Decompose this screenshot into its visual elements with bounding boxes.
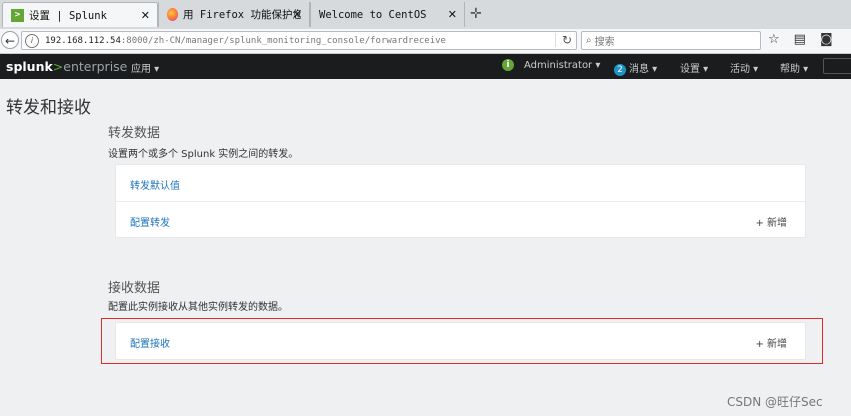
list-item: 配置转发 + 新增 xyxy=(116,201,805,237)
browser-tab-splunk[interactable]: > 设置 | Splunk ✕ xyxy=(2,2,158,27)
search-icon: ⌕ xyxy=(586,35,592,46)
url-bar[interactable]: i 192.168.112.54:8000/zh-CN/manager/splu… xyxy=(21,31,577,50)
site-info-icon[interactable]: i xyxy=(25,33,39,48)
reload-icon[interactable]: ↻ xyxy=(554,33,572,47)
logo-main: splunk xyxy=(6,59,53,74)
close-tab-icon[interactable]: ✕ xyxy=(293,8,302,21)
bookmark-star-icon[interactable]: ☆ xyxy=(768,32,780,47)
firefox-favicon-icon xyxy=(167,8,179,21)
user-menu[interactable]: Administrator ▾ xyxy=(524,60,600,71)
url-text[interactable]: 192.168.112.54:8000/zh-CN/manager/splunk… xyxy=(45,36,446,46)
add-forwarding-button[interactable]: + 新增 xyxy=(755,214,787,229)
watermark: CSDN @旺仔Sec xyxy=(727,395,823,409)
search-placeholder: 搜索 xyxy=(594,37,615,48)
configure-forwarding-link[interactable]: 配置转发 xyxy=(130,214,170,229)
pocket-icon[interactable]: ◙ xyxy=(820,32,833,47)
forward-panel: 转发默认值 配置转发 + 新增 xyxy=(116,165,805,237)
help-menu[interactable]: 帮助 ▾ xyxy=(780,60,808,75)
splunk-logo[interactable]: splunk>enterprise xyxy=(6,59,127,74)
reading-list-icon[interactable]: ▤ xyxy=(794,32,806,47)
browser-tab-strip: > 设置 | Splunk ✕ 用 Firefox 功能保护您··· ✕ Wel… xyxy=(0,0,851,29)
health-info-icon[interactable]: i xyxy=(502,59,514,71)
url-host: 192.168.112.54 xyxy=(45,35,121,46)
settings-menu[interactable]: 设置 ▾ xyxy=(680,60,708,75)
browser-tab-centos[interactable]: Welcome to CentOS ✕ xyxy=(310,2,465,27)
forward-defaults-link[interactable]: 转发默认值 xyxy=(130,177,180,192)
splunk-favicon-icon: > xyxy=(11,8,24,22)
browser-navbar: ← i 192.168.112.54:8000/zh-CN/manager/sp… xyxy=(0,29,851,54)
tab-title: 用 Firefox 功能保护您··· xyxy=(183,9,301,21)
receive-section-title: 接收数据 xyxy=(108,281,161,296)
highlight-box xyxy=(101,318,823,364)
browser-search-box[interactable]: ⌕ 搜索 xyxy=(581,31,761,50)
forward-section-desc: 设置两个或多个 Splunk 实例之间的转发。 xyxy=(108,149,299,160)
close-tab-icon[interactable]: ✕ xyxy=(448,8,457,21)
new-tab-icon[interactable]: ✛ xyxy=(470,6,482,22)
forward-section-title: 转发数据 xyxy=(108,126,161,141)
logo-suffix: enterprise xyxy=(63,59,128,74)
messages-label: 消息 ▾ xyxy=(629,64,658,75)
receive-section-desc: 配置此实例接收从其他实例转发的数据。 xyxy=(108,302,288,313)
splunk-header: splunk>enterprise 应用 ▾ i Administrator ▾… xyxy=(0,54,851,79)
back-arrow-icon[interactable]: ← xyxy=(1,31,19,49)
url-path: :8000/zh-CN/manager/splunk_monitoring_co… xyxy=(120,35,446,46)
browser-tab-firefox[interactable]: 用 Firefox 功能保护您··· ✕ xyxy=(158,2,310,27)
messages-menu[interactable]: 2 消息 ▾ xyxy=(614,60,657,76)
close-tab-icon[interactable]: ✕ xyxy=(141,9,150,22)
browser-toolbar-icons: ☆ ▤ ◙ xyxy=(768,32,833,47)
page-title: 转发和接收 xyxy=(6,98,91,118)
tab-title: 设置 | Splunk xyxy=(29,9,107,22)
logo-gt: > xyxy=(52,59,64,74)
header-search-field[interactable] xyxy=(823,58,851,74)
tab-title: Welcome to CentOS xyxy=(319,8,427,21)
app-menu[interactable]: 应用 ▾ xyxy=(131,60,159,75)
list-item: 转发默认值 xyxy=(116,165,805,201)
activity-menu[interactable]: 活动 ▾ xyxy=(730,60,758,75)
messages-count-badge: 2 xyxy=(614,64,626,76)
